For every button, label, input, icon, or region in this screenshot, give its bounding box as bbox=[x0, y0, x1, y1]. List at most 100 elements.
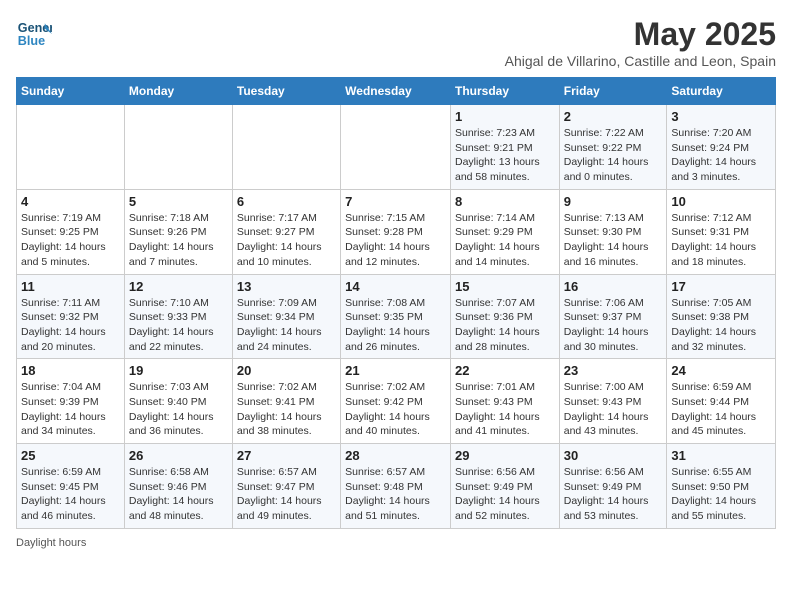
day-info: Sunrise: 7:18 AM Sunset: 9:26 PM Dayligh… bbox=[129, 211, 228, 270]
day-number: 5 bbox=[129, 194, 228, 209]
month-title: May 2025 bbox=[505, 16, 776, 53]
day-info: Sunrise: 7:09 AM Sunset: 9:34 PM Dayligh… bbox=[237, 296, 336, 355]
day-info: Sunrise: 7:01 AM Sunset: 9:43 PM Dayligh… bbox=[455, 380, 555, 439]
day-number: 3 bbox=[671, 109, 771, 124]
day-info: Sunrise: 6:58 AM Sunset: 9:46 PM Dayligh… bbox=[129, 465, 228, 524]
day-number: 30 bbox=[564, 448, 663, 463]
week-row-5: 25 Sunrise: 6:59 AM Sunset: 9:45 PM Dayli… bbox=[17, 444, 776, 529]
day-number: 19 bbox=[129, 363, 228, 378]
day-info: Sunrise: 7:13 AM Sunset: 9:30 PM Dayligh… bbox=[564, 211, 663, 270]
calendar-cell: 2 Sunrise: 7:22 AM Sunset: 9:22 PM Daylig… bbox=[559, 105, 667, 190]
day-info: Sunrise: 7:02 AM Sunset: 9:41 PM Dayligh… bbox=[237, 380, 336, 439]
day-number: 17 bbox=[671, 279, 771, 294]
day-info: Sunrise: 6:57 AM Sunset: 9:48 PM Dayligh… bbox=[345, 465, 446, 524]
day-number: 18 bbox=[21, 363, 120, 378]
day-number: 13 bbox=[237, 279, 336, 294]
calendar-cell: 14 Sunrise: 7:08 AM Sunset: 9:35 PM Dayli… bbox=[341, 274, 451, 359]
day-info: Sunrise: 7:12 AM Sunset: 9:31 PM Dayligh… bbox=[671, 211, 771, 270]
day-number: 14 bbox=[345, 279, 446, 294]
calendar-cell: 11 Sunrise: 7:11 AM Sunset: 9:32 PM Dayli… bbox=[17, 274, 125, 359]
day-number: 4 bbox=[21, 194, 120, 209]
day-info: Sunrise: 7:19 AM Sunset: 9:25 PM Dayligh… bbox=[21, 211, 120, 270]
day-info: Sunrise: 7:08 AM Sunset: 9:35 PM Dayligh… bbox=[345, 296, 446, 355]
calendar-cell: 22 Sunrise: 7:01 AM Sunset: 9:43 PM Dayli… bbox=[450, 359, 559, 444]
location-subtitle: Ahigal de Villarino, Castille and Leon, … bbox=[505, 53, 776, 69]
calendar-cell: 17 Sunrise: 7:05 AM Sunset: 9:38 PM Dayli… bbox=[667, 274, 776, 359]
calendar-cell: 30 Sunrise: 6:56 AM Sunset: 9:49 PM Dayli… bbox=[559, 444, 667, 529]
day-info: Sunrise: 7:15 AM Sunset: 9:28 PM Dayligh… bbox=[345, 211, 446, 270]
page-header: General Blue May 2025 Ahigal de Villarin… bbox=[16, 16, 776, 69]
day-info: Sunrise: 6:55 AM Sunset: 9:50 PM Dayligh… bbox=[671, 465, 771, 524]
calendar-cell: 10 Sunrise: 7:12 AM Sunset: 9:31 PM Dayli… bbox=[667, 189, 776, 274]
calendar-cell: 23 Sunrise: 7:00 AM Sunset: 9:43 PM Dayli… bbox=[559, 359, 667, 444]
day-number: 23 bbox=[564, 363, 663, 378]
day-number: 6 bbox=[237, 194, 336, 209]
calendar-cell: 8 Sunrise: 7:14 AM Sunset: 9:29 PM Daylig… bbox=[450, 189, 559, 274]
calendar-header-row: SundayMondayTuesdayWednesdayThursdayFrid… bbox=[17, 78, 776, 105]
day-info: Sunrise: 7:11 AM Sunset: 9:32 PM Dayligh… bbox=[21, 296, 120, 355]
day-info: Sunrise: 7:23 AM Sunset: 9:21 PM Dayligh… bbox=[455, 126, 555, 185]
day-number: 22 bbox=[455, 363, 555, 378]
day-number: 27 bbox=[237, 448, 336, 463]
calendar-cell bbox=[341, 105, 451, 190]
day-number: 31 bbox=[671, 448, 771, 463]
calendar-cell: 29Sunrise: 6:56 AM Sunset: 9:49 PM Dayli… bbox=[450, 444, 559, 529]
day-info: Sunrise: 7:07 AM Sunset: 9:36 PM Dayligh… bbox=[455, 296, 555, 355]
calendar-cell: 24 Sunrise: 6:59 AM Sunset: 9:44 PM Dayli… bbox=[667, 359, 776, 444]
header-friday: Friday bbox=[559, 78, 667, 105]
day-number: 15 bbox=[455, 279, 555, 294]
logo-icon: General Blue bbox=[16, 16, 52, 52]
day-info: Sunrise: 7:14 AM Sunset: 9:29 PM Dayligh… bbox=[455, 211, 555, 270]
day-info: Sunrise: 6:56 AM Sunset: 9:49 PM Dayligh… bbox=[455, 465, 555, 524]
day-number: 10 bbox=[671, 194, 771, 209]
calendar-cell: 1Sunrise: 7:23 AM Sunset: 9:21 PM Daylig… bbox=[450, 105, 559, 190]
header-tuesday: Tuesday bbox=[232, 78, 340, 105]
day-info: Sunrise: 7:22 AM Sunset: 9:22 PM Dayligh… bbox=[564, 126, 663, 185]
calendar-cell: 4 Sunrise: 7:19 AM Sunset: 9:25 PM Daylig… bbox=[17, 189, 125, 274]
logo: General Blue bbox=[16, 16, 52, 52]
day-info: Sunrise: 7:03 AM Sunset: 9:40 PM Dayligh… bbox=[129, 380, 228, 439]
day-number: 25 bbox=[21, 448, 120, 463]
calendar-cell: 3Sunrise: 7:20 AM Sunset: 9:24 PM Daylig… bbox=[667, 105, 776, 190]
header-saturday: Saturday bbox=[667, 78, 776, 105]
day-info: Sunrise: 7:05 AM Sunset: 9:38 PM Dayligh… bbox=[671, 296, 771, 355]
calendar-cell: 31 Sunrise: 6:55 AM Sunset: 9:50 PM Dayli… bbox=[667, 444, 776, 529]
day-number: 24 bbox=[671, 363, 771, 378]
calendar-cell: 27 Sunrise: 6:57 AM Sunset: 9:47 PM Dayli… bbox=[232, 444, 340, 529]
calendar-cell: 6 Sunrise: 7:17 AM Sunset: 9:27 PM Daylig… bbox=[232, 189, 340, 274]
day-number: 2 bbox=[564, 109, 663, 124]
day-number: 8 bbox=[455, 194, 555, 209]
week-row-4: 18 Sunrise: 7:04 AM Sunset: 9:39 PM Dayli… bbox=[17, 359, 776, 444]
day-number: 7 bbox=[345, 194, 446, 209]
week-row-1: 1Sunrise: 7:23 AM Sunset: 9:21 PM Daylig… bbox=[17, 105, 776, 190]
calendar-cell: 21 Sunrise: 7:02 AM Sunset: 9:42 PM Dayli… bbox=[341, 359, 451, 444]
calendar-cell: 25 Sunrise: 6:59 AM Sunset: 9:45 PM Dayli… bbox=[17, 444, 125, 529]
day-info: Sunrise: 6:56 AM Sunset: 9:49 PM Dayligh… bbox=[564, 465, 663, 524]
day-info: Sunrise: 6:57 AM Sunset: 9:47 PM Dayligh… bbox=[237, 465, 336, 524]
week-row-2: 4 Sunrise: 7:19 AM Sunset: 9:25 PM Daylig… bbox=[17, 189, 776, 274]
calendar-cell bbox=[232, 105, 340, 190]
day-info: Sunrise: 7:02 AM Sunset: 9:42 PM Dayligh… bbox=[345, 380, 446, 439]
day-number: 9 bbox=[564, 194, 663, 209]
day-number: 11 bbox=[21, 279, 120, 294]
day-info: Sunrise: 6:59 AM Sunset: 9:45 PM Dayligh… bbox=[21, 465, 120, 524]
calendar-cell: 19 Sunrise: 7:03 AM Sunset: 9:40 PM Dayli… bbox=[124, 359, 232, 444]
calendar-cell: 26Sunrise: 6:58 AM Sunset: 9:46 PM Dayli… bbox=[124, 444, 232, 529]
calendar-cell: 5 Sunrise: 7:18 AM Sunset: 9:26 PM Daylig… bbox=[124, 189, 232, 274]
calendar-table: SundayMondayTuesdayWednesdayThursdayFrid… bbox=[16, 77, 776, 529]
day-number: 21 bbox=[345, 363, 446, 378]
day-info: Sunrise: 7:04 AM Sunset: 9:39 PM Dayligh… bbox=[21, 380, 120, 439]
calendar-cell bbox=[17, 105, 125, 190]
header-sunday: Sunday bbox=[17, 78, 125, 105]
day-info: Sunrise: 7:00 AM Sunset: 9:43 PM Dayligh… bbox=[564, 380, 663, 439]
header-thursday: Thursday bbox=[450, 78, 559, 105]
footer-note: Daylight hours bbox=[16, 537, 776, 549]
svg-text:Blue: Blue bbox=[18, 34, 45, 48]
calendar-cell: 20Sunrise: 7:02 AM Sunset: 9:41 PM Dayli… bbox=[232, 359, 340, 444]
day-info: Sunrise: 7:17 AM Sunset: 9:27 PM Dayligh… bbox=[237, 211, 336, 270]
day-number: 12 bbox=[129, 279, 228, 294]
header-wednesday: Wednesday bbox=[341, 78, 451, 105]
day-info: Sunrise: 6:59 AM Sunset: 9:44 PM Dayligh… bbox=[671, 380, 771, 439]
calendar-cell: 13 Sunrise: 7:09 AM Sunset: 9:34 PM Dayli… bbox=[232, 274, 340, 359]
day-number: 16 bbox=[564, 279, 663, 294]
